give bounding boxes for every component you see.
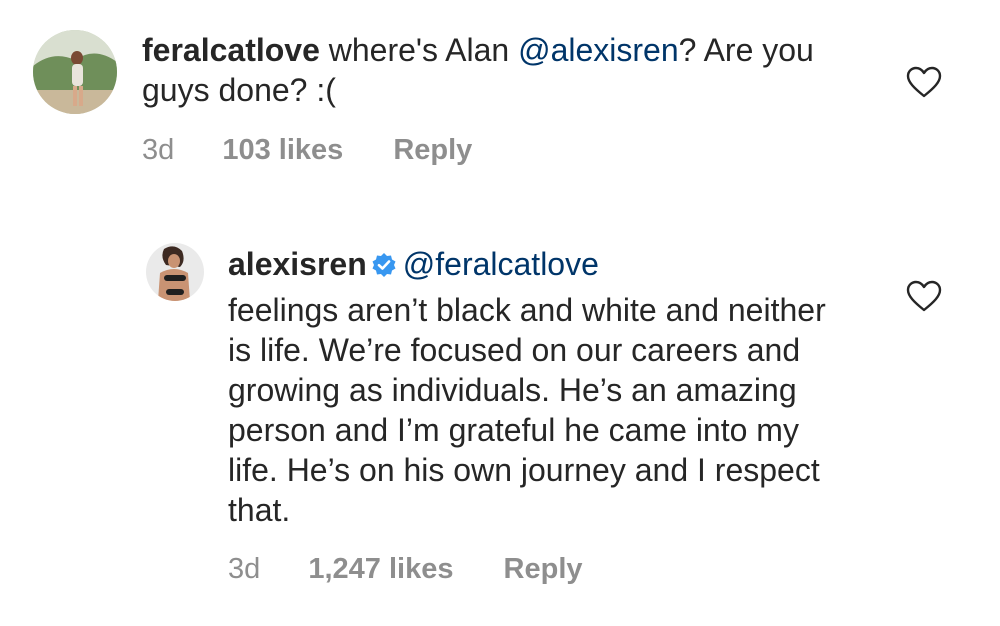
- likes-count[interactable]: 1,247 likes: [308, 553, 453, 586]
- comment-text: where's Alan: [319, 32, 519, 68]
- avatar-image: [146, 243, 204, 301]
- comment-meta: 3d 103 likes Reply: [142, 134, 472, 167]
- comment-username[interactable]: alexisren: [228, 246, 367, 282]
- comment-text: feelings aren’t black and white and neit…: [228, 292, 826, 528]
- comment-time: 3d: [142, 134, 175, 166]
- avatar-image: [33, 30, 117, 114]
- comment-body: feralcatlove where's Alan @alexisren? Ar…: [142, 30, 852, 110]
- likes-count[interactable]: 103 likes: [222, 134, 343, 167]
- like-button[interactable]: [906, 66, 942, 98]
- like-button[interactable]: [906, 280, 942, 312]
- comment-meta: 3d 1,247 likes Reply: [228, 553, 583, 586]
- heart-outline-icon: [906, 66, 942, 98]
- reply-button[interactable]: Reply: [393, 134, 472, 167]
- verified-badge-icon: [372, 253, 396, 277]
- heart-outline-icon: [906, 280, 942, 312]
- reply-button[interactable]: Reply: [504, 553, 583, 586]
- reply-header: alexisren @feralcatlove: [228, 244, 868, 284]
- mention-link[interactable]: @feralcatlove: [403, 246, 599, 282]
- avatar-feralcatlove[interactable]: [33, 30, 117, 114]
- comment-time: 3d: [228, 553, 261, 585]
- comment-username[interactable]: feralcatlove: [142, 32, 320, 68]
- avatar-alexisren[interactable]: [146, 243, 204, 301]
- mention-link[interactable]: @alexisren: [518, 32, 679, 68]
